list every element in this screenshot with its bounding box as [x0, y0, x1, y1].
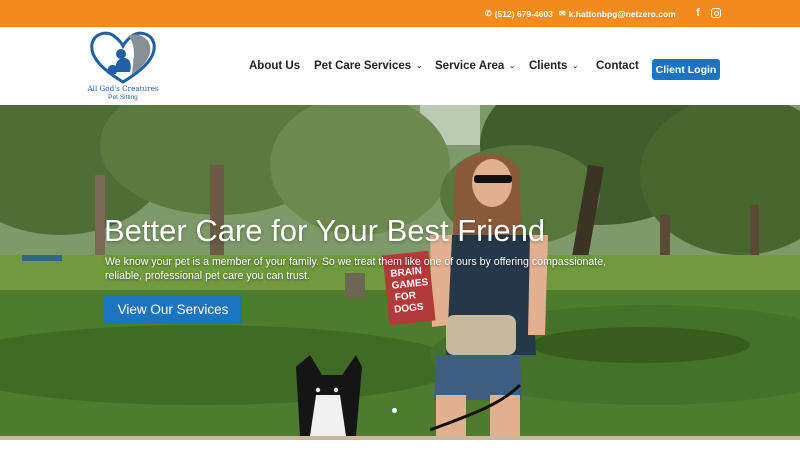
view-services-button[interactable]: View Our Services — [104, 295, 242, 324]
hero-slider: BRAIN GAMES FOR DOGS Better Care for You… — [0, 105, 800, 436]
nav-pet-care-services[interactable]: Pet Care Services ⌄ — [314, 27, 422, 105]
slider-dot[interactable] — [392, 408, 397, 413]
email-link[interactable]: ✉ k.hattonbpg@netzero.com — [559, 0, 676, 27]
nav-service-area[interactable]: Service Area ⌄ — [435, 27, 515, 105]
logo-tagline: Pet Sitting — [108, 94, 138, 101]
nav-label: About Us — [249, 60, 301, 72]
logo-brand-name: All God's Creatures — [87, 84, 159, 93]
divider — [0, 436, 800, 440]
instagram-icon[interactable] — [710, 6, 722, 20]
svg-text:FOR: FOR — [394, 290, 417, 303]
client-login-button[interactable]: Client Login — [652, 59, 720, 80]
logo-heart-graphic — [90, 31, 156, 84]
hero-headline: Better Care for Your Best Friend — [104, 213, 546, 248]
chevron-down-icon: ⌄ — [572, 63, 579, 70]
nav-clients[interactable]: Clients ⌄ — [529, 27, 578, 105]
site-header: All God's Creatures Pet Sitting About Us… — [0, 27, 800, 105]
chevron-down-icon: ⌄ — [416, 63, 423, 70]
nav-label: Service Area — [435, 60, 505, 72]
site-logo[interactable]: All God's Creatures Pet Sitting — [80, 28, 166, 104]
nav-contact[interactable]: Contact — [596, 27, 639, 105]
envelope-icon: ✉ — [559, 9, 566, 18]
hero-bottom-strip — [0, 436, 800, 450]
top-contact-bar: ✆ (512) 679-4603 ✉ k.hattonbpg@netzero.c… — [0, 0, 800, 27]
facebook-icon[interactable]: f — [692, 6, 704, 20]
phone-link[interactable]: ✆ (512) 679-4603 — [485, 0, 553, 27]
phone-number: (512) 679-4603 — [494, 8, 553, 19]
nav-about-us[interactable]: About Us — [249, 27, 300, 105]
chevron-down-icon: ⌄ — [509, 63, 516, 70]
nav-label: Pet Care Services — [314, 60, 412, 72]
nav-label: Clients — [529, 60, 568, 72]
email-address: k.hattonbpg@netzero.com — [568, 8, 676, 19]
nav-label: Contact — [596, 60, 639, 72]
hero-description: We know your pet is a member of your fam… — [105, 256, 607, 282]
phone-icon: ✆ — [485, 9, 492, 18]
